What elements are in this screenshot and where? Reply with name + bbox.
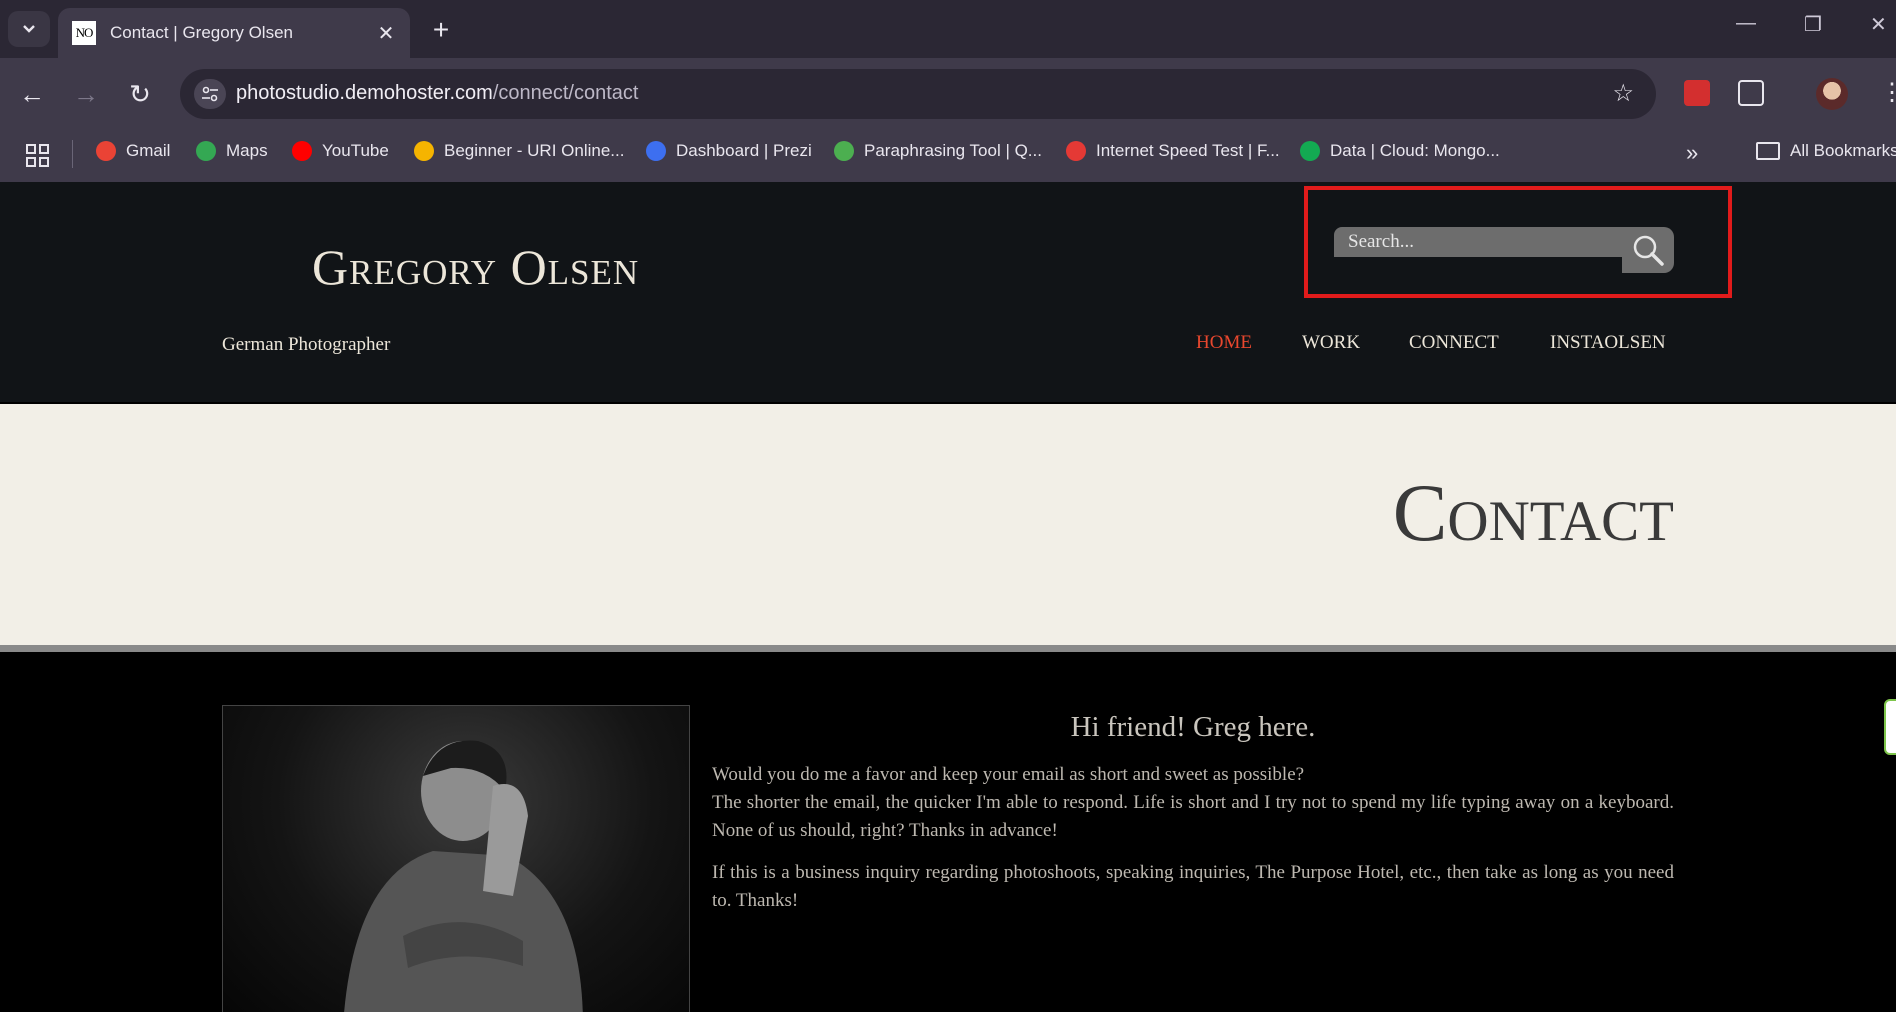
bookmark-item[interactable]: Paraphrasing Tool | Q... bbox=[834, 141, 1042, 161]
bookmark-item[interactable]: Gmail bbox=[96, 141, 170, 161]
business-paragraph: If this is a business inquiry regarding … bbox=[712, 862, 1674, 911]
mongodb-icon bbox=[1300, 141, 1320, 161]
extension-icon[interactable] bbox=[1684, 80, 1710, 106]
site-title[interactable]: Gregory Olsen bbox=[312, 238, 639, 296]
new-tab-button[interactable]: + bbox=[426, 14, 456, 45]
apps-grid-icon[interactable] bbox=[26, 144, 50, 168]
search-icon bbox=[1633, 235, 1664, 266]
bookmark-label: Maps bbox=[226, 141, 268, 160]
search-button[interactable] bbox=[1622, 227, 1674, 273]
web-page: Gregory Olsen German Photographer HOME W… bbox=[0, 182, 1896, 1012]
maps-icon bbox=[196, 141, 216, 161]
profile-avatar[interactable] bbox=[1816, 78, 1848, 110]
site-header: Gregory Olsen German Photographer HOME W… bbox=[0, 182, 1896, 404]
address-bar[interactable]: photostudio.demohoster.com/connect/conta… bbox=[180, 69, 1656, 119]
tab-title: Contact | Gregory Olsen bbox=[110, 23, 293, 42]
contact-content: Hi friend! Greg here. Would you do me a … bbox=[0, 659, 1896, 1012]
bookmark-star-icon[interactable]: ☆ bbox=[1612, 79, 1634, 108]
bookmark-label: Gmail bbox=[126, 141, 171, 160]
back-arrow-icon[interactable]: ← bbox=[16, 78, 48, 110]
site-favicon: NO bbox=[72, 21, 96, 45]
portrait-illustration bbox=[344, 740, 583, 1012]
quillbot-icon bbox=[834, 141, 854, 161]
close-tab-icon[interactable]: ✕ bbox=[374, 21, 398, 45]
portrait-photo bbox=[222, 705, 690, 1012]
all-bookmarks-button[interactable]: All Bookmarks bbox=[1756, 141, 1896, 161]
more-bookmarks-icon[interactable]: » bbox=[1686, 140, 1698, 166]
chevron-down-icon bbox=[23, 25, 35, 33]
url-text: photostudio.demohoster.com/connect/conta… bbox=[236, 82, 639, 104]
search-input[interactable] bbox=[1334, 227, 1624, 257]
active-tab[interactable]: NO Contact | Gregory Olsen ✕ bbox=[58, 8, 410, 58]
forward-arrow-icon[interactable]: → bbox=[70, 78, 102, 110]
site-tagline: German Photographer bbox=[222, 334, 391, 355]
bookmark-item[interactable]: YouTube bbox=[292, 141, 389, 161]
bookmarks-divider bbox=[72, 140, 73, 168]
bookmark-label: Paraphrasing Tool | Q... bbox=[864, 141, 1042, 160]
youtube-icon bbox=[292, 141, 312, 161]
browser-toolbar: ← → ↻ photostudio.demohoster.com/connect… bbox=[0, 58, 1896, 128]
bookmark-item[interactable]: Dashboard | Prezi bbox=[646, 141, 812, 161]
intro-line-2: The shorter the email, the quicker I'm a… bbox=[712, 792, 1674, 841]
bookmark-label: Internet Speed Test | F... bbox=[1096, 141, 1280, 160]
page-title: Contact bbox=[1392, 467, 1674, 558]
tab-search-button[interactable] bbox=[8, 11, 50, 47]
nav-instaolsen[interactable]: INSTAOLSEN bbox=[1550, 332, 1666, 354]
close-window-icon[interactable]: ✕ bbox=[1870, 12, 1887, 37]
prezi-icon bbox=[646, 141, 666, 161]
minimize-icon[interactable]: — bbox=[1736, 12, 1756, 35]
greeting-heading: Hi friend! Greg here. bbox=[1070, 711, 1316, 743]
nav-work[interactable]: WORK bbox=[1302, 332, 1360, 354]
more-menu-icon[interactable]: ⋮ bbox=[1880, 78, 1896, 107]
reload-icon[interactable]: ↻ bbox=[124, 78, 156, 110]
bookmarks-bar: Gmail Maps YouTube Beginner - URI Online...… bbox=[0, 128, 1896, 182]
extensions-puzzle-icon[interactable] bbox=[1738, 80, 1764, 106]
intro-paragraph: Would you do me a favor and keep your em… bbox=[712, 761, 1674, 845]
bookmark-label: Dashboard | Prezi bbox=[676, 141, 812, 160]
restore-icon[interactable]: ❐ bbox=[1804, 12, 1822, 37]
bookmark-label: Beginner - URI Online... bbox=[444, 141, 625, 160]
search-form bbox=[1334, 227, 1674, 273]
bookmark-label: YouTube bbox=[322, 141, 389, 160]
bookmark-item[interactable]: Maps bbox=[196, 141, 268, 161]
page-banner: Contact bbox=[0, 404, 1896, 652]
uri-icon bbox=[414, 141, 434, 161]
folder-icon bbox=[1756, 142, 1780, 160]
bookmark-item[interactable]: Internet Speed Test | F... bbox=[1066, 141, 1280, 161]
browser-tab-bar: NO Contact | Gregory Olsen ✕ + — ❐ ✕ bbox=[0, 0, 1896, 58]
bookmark-item[interactable]: Data | Cloud: Mongo... bbox=[1300, 141, 1500, 161]
intro-line-1: Would you do me a favor and keep your em… bbox=[712, 764, 1305, 785]
bookmark-label: Data | Cloud: Mongo... bbox=[1330, 141, 1500, 160]
speedtest-icon bbox=[1066, 141, 1086, 161]
nav-connect[interactable]: CONNECT bbox=[1409, 332, 1499, 354]
side-widget-tab[interactable] bbox=[1884, 699, 1896, 755]
gmail-icon bbox=[96, 141, 116, 161]
site-info-icon[interactable] bbox=[194, 79, 226, 109]
nav-home[interactable]: HOME bbox=[1196, 332, 1252, 354]
bookmark-item[interactable]: Beginner - URI Online... bbox=[414, 141, 624, 161]
